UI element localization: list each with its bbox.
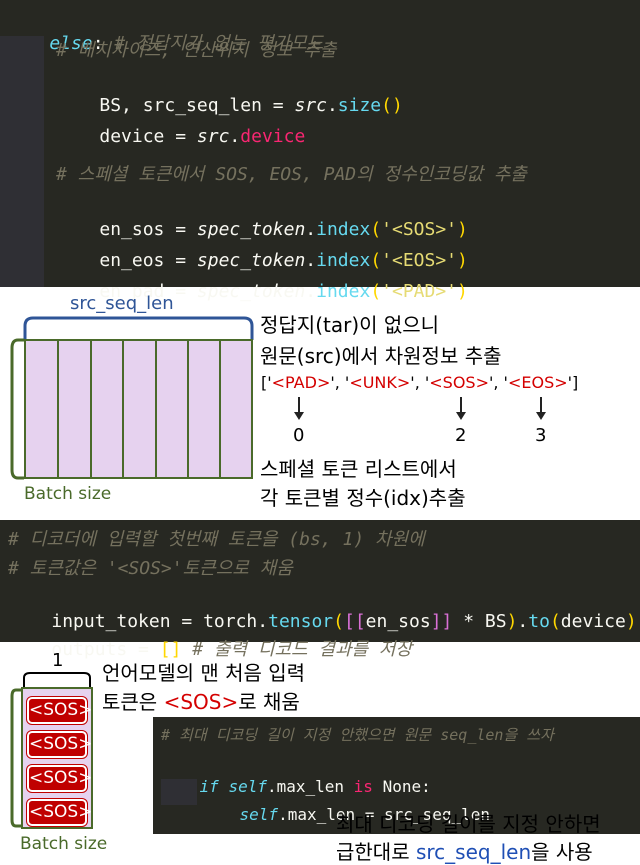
special-token-list: ['<PAD>', '<UNK>', '<SOS>', '<EOS>'] bbox=[261, 373, 579, 392]
code-line: # 최대 디코딩 길이 지정 안했으면 원문 seq_len을 쓰자 bbox=[161, 723, 554, 747]
comment: # 스페셜 토큰에서 SOS, EOS, PAD의 정수인코딩값 추출 bbox=[56, 164, 527, 185]
index-3: 3 bbox=[535, 425, 547, 446]
src-seq-len-label: src_seq_len bbox=[70, 293, 174, 314]
code-line: # 디코더에 입력할 첫번째 토큰을 (bs, 1) 차원에 bbox=[8, 528, 425, 552]
comment: # 디코더에 입력할 첫번째 토큰을 (bs, 1) 차원에 bbox=[8, 529, 425, 550]
arrow-sos bbox=[456, 397, 466, 420]
batch-size-label: Batch size bbox=[20, 834, 108, 854]
note-extract-dims: 원문(src)에서 차원정보 추출 bbox=[260, 344, 502, 368]
sos-token: <SOS> bbox=[27, 765, 92, 792]
arrow-pad bbox=[294, 397, 304, 420]
batch-size-brace bbox=[10, 338, 24, 480]
note-fill-sos: 토큰은 <SOS>로 채움 bbox=[102, 690, 300, 714]
code-block-1: else: # 정답지가 없는 평가모드 # 배치사이즈, 연산위치 정보 추출… bbox=[0, 0, 640, 302]
code-line: # 스페셜 토큰에서 SOS, EOS, PAD의 정수인코딩값 추출 bbox=[56, 163, 527, 187]
arrow-eos bbox=[536, 397, 546, 420]
index-0: 0 bbox=[293, 425, 305, 446]
token-pad: <PAD> bbox=[271, 373, 331, 392]
comment: # 최대 디코딩 길이 지정 안했으면 원문 seq_len을 쓰자 bbox=[161, 726, 554, 744]
note-first-input: 언어모델의 맨 처음 입력 bbox=[102, 661, 306, 685]
note-no-target: 정답지(tar)이 없으니 bbox=[260, 313, 440, 337]
width-brace bbox=[23, 672, 91, 688]
sos-token: <SOS> bbox=[27, 731, 92, 758]
src-matrix bbox=[24, 339, 253, 479]
sos-token: <SOS> bbox=[27, 697, 92, 724]
code-line: # 배치사이즈, 연산위치 정보 추출 bbox=[56, 39, 336, 63]
token-eos: <EOS> bbox=[507, 373, 568, 392]
note-use-src-seq-len: 급한대로 src_seq_len을 사용 bbox=[336, 840, 593, 864]
token-unk: <UNK> bbox=[349, 373, 411, 392]
code-line: # 토큰값은 '<SOS>'토큰으로 채움 bbox=[8, 557, 293, 581]
note-extract-idx: 각 토큰별 정수(idx)추출 bbox=[260, 486, 466, 510]
batch-size-brace bbox=[10, 688, 22, 828]
note-max-len: 최대 디코딩 길이를 지정 안하면 bbox=[336, 812, 601, 836]
token-sos: <SOS> bbox=[429, 373, 489, 392]
note-special-token-list: 스페셜 토큰 리스트에서 bbox=[260, 457, 457, 481]
batch-size-label: Batch size bbox=[24, 484, 112, 504]
comment: # 토큰값은 '<SOS>'토큰으로 채움 bbox=[8, 558, 293, 579]
code-block-2: # 디코더에 입력할 첫번째 토큰을 (bs, 1) 차원에 # 토큰값은 '<… bbox=[0, 520, 640, 660]
sos-token: <SOS> bbox=[27, 799, 92, 826]
src-matrix-diagram bbox=[10, 316, 254, 480]
seq-len-brace bbox=[23, 316, 254, 340]
index-2: 2 bbox=[455, 425, 467, 446]
comment: # 배치사이즈, 연산위치 정보 추출 bbox=[56, 40, 337, 61]
